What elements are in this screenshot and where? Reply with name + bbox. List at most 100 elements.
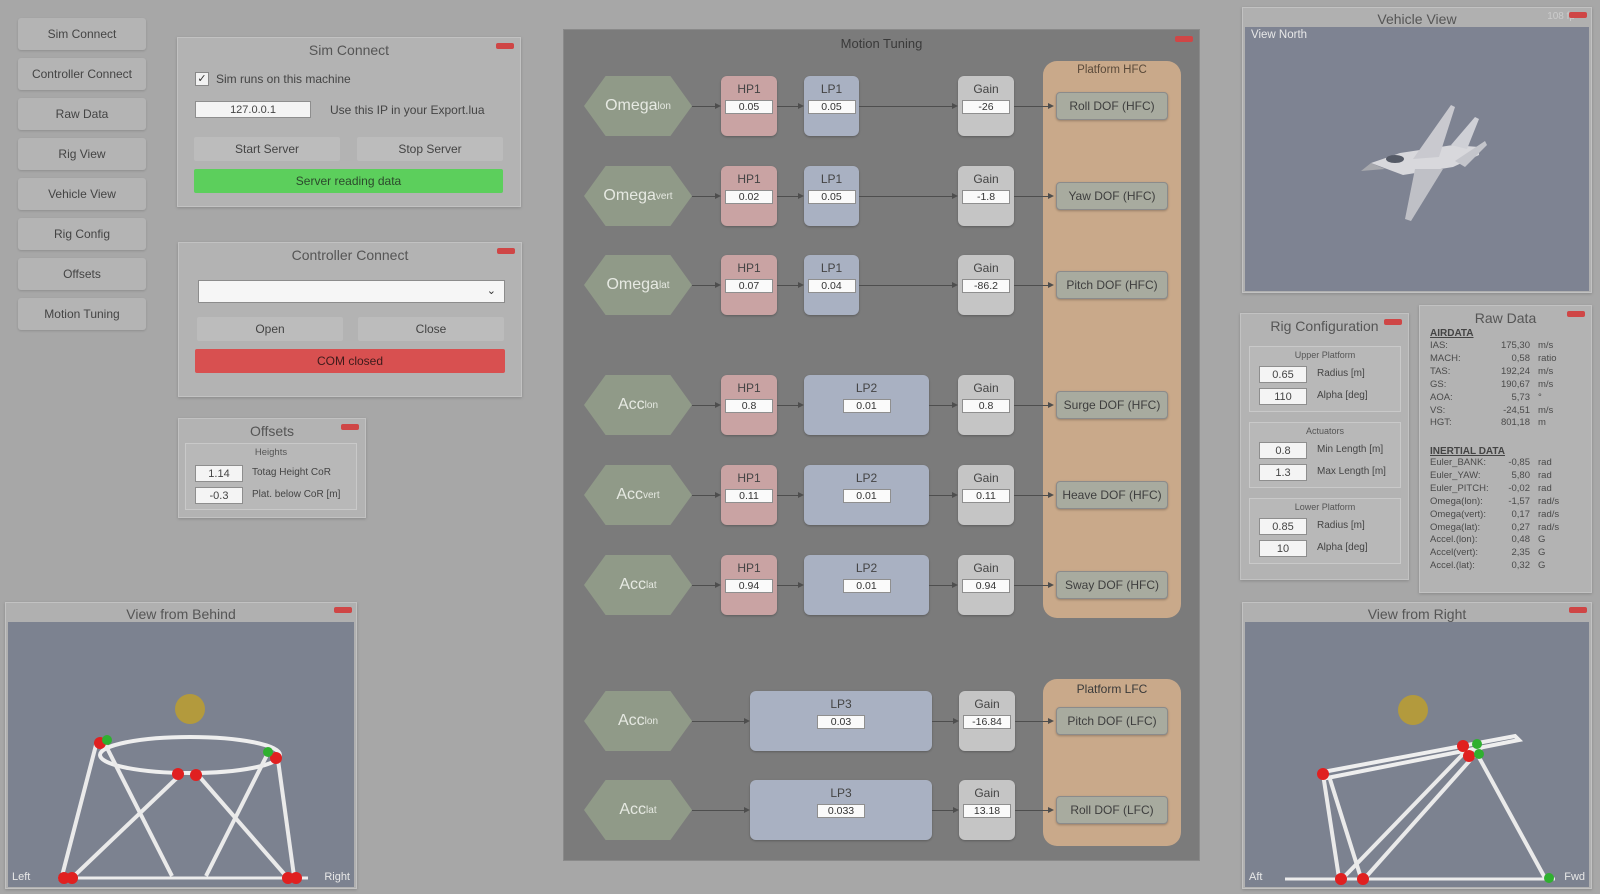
lp2-filter-block[interactable]: LP2 0.01: [804, 375, 929, 435]
group-title: Heights: [254, 447, 288, 458]
gain-block[interactable]: Gain -86.2: [958, 255, 1014, 315]
arrow-icon: [1048, 402, 1054, 408]
block-value-field[interactable]: 0.04: [807, 279, 856, 293]
nav-offsets[interactable]: Offsets: [18, 258, 146, 290]
hp1-filter-block[interactable]: HP1 0.07: [721, 255, 777, 315]
rig-value-field[interactable]: 10: [1259, 540, 1307, 557]
sim-local-checkbox[interactable]: ✓: [195, 72, 209, 86]
nav-controller-connect[interactable]: Controller Connect: [18, 58, 146, 90]
arrow-icon: [715, 492, 721, 498]
nav-motion-tuning[interactable]: Motion Tuning: [18, 298, 146, 330]
block-value-field[interactable]: 0.94: [962, 579, 1010, 593]
close-panel-button[interactable]: [1569, 607, 1587, 613]
block-value-field[interactable]: 0.8: [725, 399, 773, 413]
plat-below-field[interactable]: -0.3: [195, 487, 243, 504]
nav-rig-config[interactable]: Rig Config: [18, 218, 146, 250]
block-label: LP3: [830, 786, 852, 800]
lp3-filter-block[interactable]: LP3 0.03: [750, 691, 932, 751]
lp2-filter-block[interactable]: LP2 0.01: [804, 465, 929, 525]
open-com-button[interactable]: Open: [197, 317, 343, 341]
lp1-filter-block[interactable]: LP1 0.05: [804, 166, 859, 226]
ip-field[interactable]: 127.0.0.1: [195, 101, 311, 118]
controller-connect-panel: Controller Connect ⌄ Open Close COM clos…: [178, 242, 522, 397]
raw-field-name: Omega(lat):: [1430, 521, 1481, 533]
nav-raw-data[interactable]: Raw Data: [18, 98, 146, 130]
block-label: Gain: [973, 82, 999, 96]
raw-data-panel: Raw Data AIRDATA IAS: 175,30 m/s MACH: 0,58 r…: [1419, 305, 1592, 593]
gain-block[interactable]: Gain 0.8: [958, 375, 1014, 435]
block-value-field[interactable]: -16.84: [963, 715, 1011, 729]
rig-value-field[interactable]: 0.65: [1259, 366, 1307, 383]
block-value-field[interactable]: 0.11: [962, 489, 1010, 503]
block-value-field[interactable]: 0.8: [962, 399, 1010, 413]
close-panel-button[interactable]: [1569, 12, 1587, 18]
block-value-field[interactable]: 0.01: [842, 579, 891, 593]
vehicle-3d-view[interactable]: View North: [1245, 27, 1589, 291]
panel-title: View from Right: [1367, 606, 1467, 622]
gain-block[interactable]: Gain 0.94: [958, 555, 1014, 615]
input-label: Acc: [619, 801, 647, 818]
gain-block[interactable]: Gain 13.18: [959, 780, 1015, 840]
hp1-filter-block[interactable]: HP1 0.05: [721, 76, 777, 136]
hp1-filter-block[interactable]: HP1 0.11: [721, 465, 777, 525]
block-value-field[interactable]: 0.07: [725, 279, 773, 293]
arrow-icon: [1048, 492, 1054, 498]
nav-vehicle-view[interactable]: Vehicle View: [18, 178, 146, 210]
rig-right-3d-view[interactable]: Aft Fwd: [1245, 622, 1589, 887]
nav-rig-view[interactable]: Rig View: [18, 138, 146, 170]
arrow-icon: [1048, 718, 1054, 724]
gain-block[interactable]: Gain -16.84: [959, 691, 1015, 751]
block-value-field[interactable]: 0.94: [725, 579, 773, 593]
com-port-dropdown[interactable]: ⌄: [198, 280, 505, 303]
hp1-filter-block[interactable]: HP1 0.8: [721, 375, 777, 435]
close-panel-button[interactable]: [334, 607, 352, 613]
block-value-field[interactable]: 0.11: [725, 489, 773, 503]
platform-hfc-group: [1043, 61, 1181, 618]
close-panel-button[interactable]: [1175, 36, 1193, 42]
rig-value-field[interactable]: 0.85: [1259, 518, 1307, 535]
close-com-button[interactable]: Close: [358, 317, 504, 341]
block-value-field[interactable]: 0.02: [725, 190, 773, 204]
close-panel-button[interactable]: [1567, 311, 1585, 317]
hp1-filter-block[interactable]: HP1 0.02: [721, 166, 777, 226]
block-value-field[interactable]: 0.01: [842, 399, 891, 413]
rig-value-field[interactable]: 110: [1259, 388, 1307, 405]
close-panel-button[interactable]: [341, 424, 359, 430]
lp3-filter-block[interactable]: LP3 0.033: [750, 780, 932, 840]
rig-value-field[interactable]: 1.3: [1259, 464, 1307, 481]
block-value-field[interactable]: -26: [962, 100, 1010, 114]
block-value-field[interactable]: 13.18: [963, 804, 1011, 818]
nav-sim-connect[interactable]: Sim Connect: [18, 18, 146, 50]
block-value-field[interactable]: 0.03: [817, 715, 865, 729]
input-label: Omega: [605, 97, 658, 114]
block-value-field[interactable]: 0.033: [817, 804, 865, 818]
dof-output: Roll DOF (HFC): [1056, 92, 1168, 120]
block-value-field[interactable]: 0.01: [842, 489, 891, 503]
gain-block[interactable]: Gain 0.11: [958, 465, 1014, 525]
lp2-filter-block[interactable]: LP2 0.01: [804, 555, 929, 615]
hp1-filter-block[interactable]: HP1 0.94: [721, 555, 777, 615]
dof-output: Pitch DOF (HFC): [1056, 271, 1168, 299]
stop-server-button[interactable]: Stop Server: [357, 137, 503, 161]
field-label: Min Length [m]: [1317, 444, 1384, 455]
close-panel-button[interactable]: [1384, 319, 1402, 325]
rig-behind-3d-view[interactable]: Left Right: [8, 622, 354, 887]
close-panel-button[interactable]: [497, 248, 515, 254]
input-label: Acc: [616, 486, 643, 503]
close-panel-button[interactable]: [496, 43, 514, 49]
gain-block[interactable]: Gain -1.8: [958, 166, 1014, 226]
start-server-button[interactable]: Start Server: [194, 137, 340, 161]
block-value-field[interactable]: 0.05: [807, 100, 856, 114]
block-value-field[interactable]: -1.8: [962, 190, 1010, 204]
block-label: LP2: [855, 471, 878, 485]
lp1-filter-block[interactable]: LP1 0.04: [804, 255, 859, 315]
rig-value-field[interactable]: 0.8: [1259, 442, 1307, 459]
block-value-field[interactable]: -86.2: [962, 279, 1010, 293]
cor-height-field[interactable]: 1.14: [195, 465, 243, 482]
block-value-field[interactable]: 0.05: [807, 190, 856, 204]
rig-group: Actuators 0.8 Min Length [m] 1.3 Max Length …: [1249, 422, 1401, 488]
dof-output: Pitch DOF (LFC): [1056, 707, 1168, 735]
block-value-field[interactable]: 0.05: [725, 100, 773, 114]
gain-block[interactable]: Gain -26: [958, 76, 1014, 136]
lp1-filter-block[interactable]: LP1 0.05: [804, 76, 859, 136]
